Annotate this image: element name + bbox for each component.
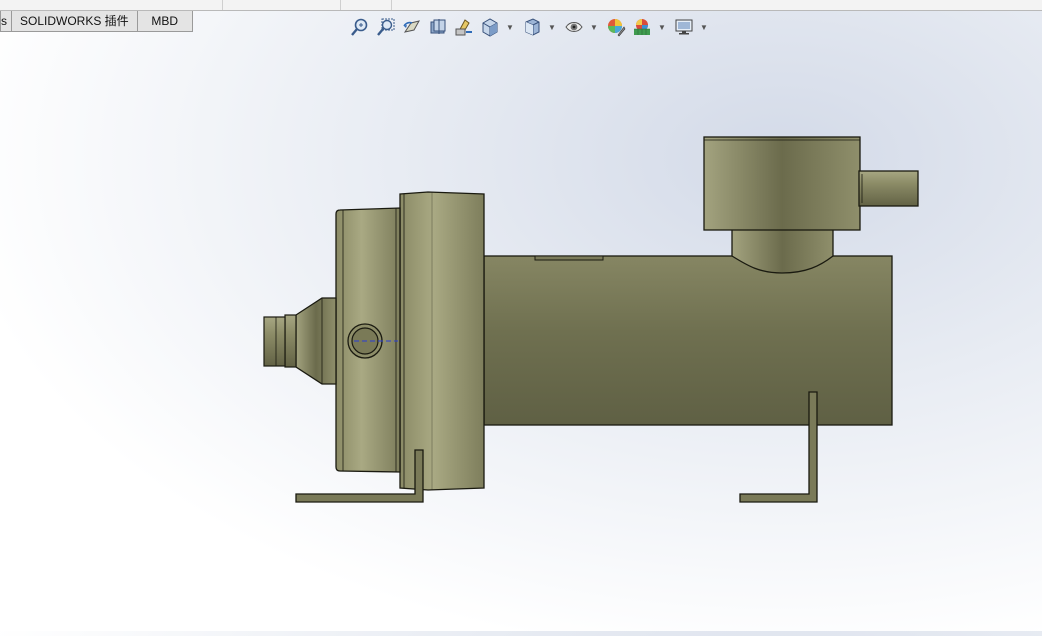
ribbon-separator bbox=[391, 0, 392, 10]
outlet-pipe bbox=[858, 170, 919, 207]
suction-cone bbox=[295, 297, 337, 385]
graphics-viewport[interactable] bbox=[0, 34, 1042, 631]
ribbon-separator bbox=[222, 0, 223, 10]
pump-model[interactable] bbox=[0, 34, 1042, 631]
tab-solidworks-addins[interactable]: SOLIDWORKS 插件 bbox=[11, 11, 138, 32]
command-manager-tabs: s SOLIDWORKS 插件 MBD bbox=[0, 11, 193, 33]
nozzle-tip bbox=[263, 316, 286, 367]
motor-housing bbox=[483, 255, 893, 426]
ribbon-strip bbox=[0, 0, 1042, 11]
tab-mbd[interactable]: MBD bbox=[136, 11, 193, 32]
ribbon-separator bbox=[340, 0, 341, 10]
pump-flange bbox=[399, 191, 485, 491]
outlet-head bbox=[703, 136, 861, 231]
nozzle-collar bbox=[284, 314, 297, 368]
housing-rib bbox=[534, 255, 604, 261]
